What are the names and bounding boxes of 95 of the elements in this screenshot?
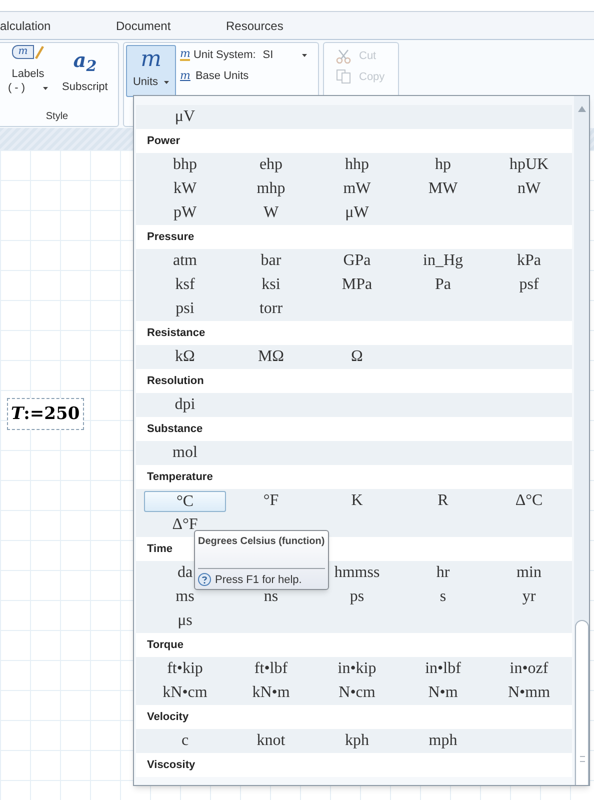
unit-item[interactable]: da	[175, 563, 195, 583]
unit-item[interactable]: GPa	[341, 251, 373, 271]
scroll-thumb[interactable]	[575, 620, 589, 785]
unit-item[interactable]: in•lbf	[423, 659, 463, 679]
unit-item[interactable]: ehp	[257, 155, 285, 175]
unit-item[interactable]: torr	[257, 299, 285, 319]
category-heading: Power	[136, 129, 572, 153]
subscript-icon: a$_{2}$	[73, 49, 97, 71]
unit-item[interactable]: ms	[174, 587, 196, 607]
ribbon-tab[interactable]: alculation	[0, 16, 103, 34]
unit-item[interactable]: pW	[171, 203, 199, 223]
units-icon: m	[140, 46, 162, 74]
unit-item[interactable]: ft•lbf	[252, 659, 290, 679]
units-button[interactable]: m Units	[126, 45, 176, 97]
category-heading: Substance	[136, 417, 572, 441]
unit-item[interactable]: MΩ	[256, 347, 286, 367]
subscript-button[interactable]: a$_{2}$ Subscript	[62, 45, 108, 96]
unit-item[interactable]: μV	[172, 107, 198, 127]
unit-item[interactable]: psf	[517, 275, 541, 295]
unit-item[interactable]: ksf	[173, 275, 197, 295]
unit-item[interactable]: s	[438, 587, 448, 607]
unit-item[interactable]: N•m	[426, 683, 460, 703]
unit-item[interactable]: knot	[254, 731, 288, 751]
category-heading: Resistance	[136, 321, 572, 345]
category-heading: Pressure	[136, 225, 572, 249]
caret-icon	[164, 80, 170, 84]
label-tag-icon: m	[12, 45, 34, 59]
unit-item[interactable]: °C	[144, 490, 226, 512]
caret-icon	[302, 54, 307, 57]
scrollbar[interactable]	[574, 96, 589, 785]
unit-item[interactable]: kph	[343, 731, 371, 751]
labels-button[interactable]: m Labels ( - )	[4, 45, 52, 96]
unit-item[interactable]: atm	[171, 251, 199, 271]
base-units-icon: m	[180, 70, 190, 81]
unit-item[interactable]: ft•kip	[165, 659, 205, 679]
unit-item[interactable]: K	[349, 491, 365, 511]
unit-item[interactable]: bhp	[171, 155, 199, 175]
unit-item[interactable]: mol	[170, 443, 200, 463]
unit-item[interactable]: N•mm	[506, 683, 552, 703]
unit-item[interactable]: kN•m	[250, 683, 292, 703]
category-heading: Resolution	[136, 369, 572, 393]
group-title: Style	[44, 110, 70, 124]
unit-item[interactable]: yr	[520, 587, 538, 607]
unit-item[interactable]: mph	[426, 731, 460, 751]
unit-item[interactable]: nW	[515, 179, 543, 199]
ribbon-tab[interactable]: Document	[103, 16, 213, 34]
unit-item[interactable]: ps	[348, 587, 366, 607]
unit-item[interactable]: Δ°C	[513, 491, 545, 511]
unit-item[interactable]: N•cm	[336, 683, 378, 703]
unit-item[interactable]: min	[514, 563, 544, 583]
copy-icon	[336, 69, 351, 84]
unit-item[interactable]: kN•cm	[160, 683, 210, 703]
unit-item[interactable]: Δ°F	[170, 515, 200, 535]
unit-item[interactable]: MW	[426, 179, 460, 199]
unit-item[interactable]: °F	[261, 491, 281, 511]
unit-item[interactable]: μs	[176, 611, 194, 631]
unit-item[interactable]: μW	[343, 203, 371, 223]
unit-item[interactable]: in•kip	[336, 659, 378, 679]
math-expression[interactable]: T:=250	[7, 398, 84, 430]
unit-item[interactable]: hp	[433, 155, 453, 175]
help-hint: Press F1 for help.	[215, 572, 302, 588]
ribbon-tab[interactable]: Resources	[213, 16, 323, 34]
unit-item[interactable]: mhp	[254, 179, 288, 199]
unit-item[interactable]: MPa	[340, 275, 374, 295]
unit-item[interactable]: R	[436, 491, 450, 511]
scroll-up-icon[interactable]	[578, 106, 586, 112]
category-heading: Viscosity	[136, 753, 572, 777]
category-heading: Velocity	[136, 705, 572, 729]
unit-item[interactable]: bar	[258, 251, 284, 271]
unit-system-dropdown[interactable]: m Unit System: SI	[180, 47, 307, 64]
unit-item[interactable]: in_Hg	[421, 251, 465, 271]
help-icon	[198, 573, 211, 586]
tooltip-title: Degrees Celsius (function)	[198, 536, 325, 547]
base-units-button[interactable]: m Base Units	[180, 68, 307, 84]
unit-item[interactable]: ksi	[260, 275, 282, 295]
unit-item[interactable]: hmmss	[332, 563, 382, 583]
unit-item[interactable]: Ω	[349, 347, 365, 367]
unit-item[interactable]: c	[179, 731, 191, 751]
unit-item[interactable]: dpi	[172, 395, 198, 415]
unit-item[interactable]: kW	[171, 179, 199, 199]
category-heading: Torque	[136, 633, 572, 657]
unit-item[interactable]: Pa	[433, 275, 453, 295]
unit-item[interactable]: psi	[174, 299, 196, 319]
unit-item[interactable]: mW	[341, 179, 373, 199]
unit-item[interactable]: hr	[434, 563, 452, 583]
unit-item[interactable]: W	[261, 203, 281, 223]
unit-item[interactable]: in•ozf	[508, 659, 550, 679]
unit-item[interactable]: kΩ	[173, 347, 197, 367]
scissors-icon	[336, 48, 351, 64]
unit-item[interactable]: kPa	[515, 251, 543, 271]
unit-item[interactable]: hhp	[343, 155, 371, 175]
category-heading: Temperature	[136, 465, 572, 489]
unit-item[interactable]: ns	[262, 587, 280, 607]
unit-item[interactable]: hpUK	[507, 155, 551, 175]
caret-icon	[43, 86, 48, 90]
